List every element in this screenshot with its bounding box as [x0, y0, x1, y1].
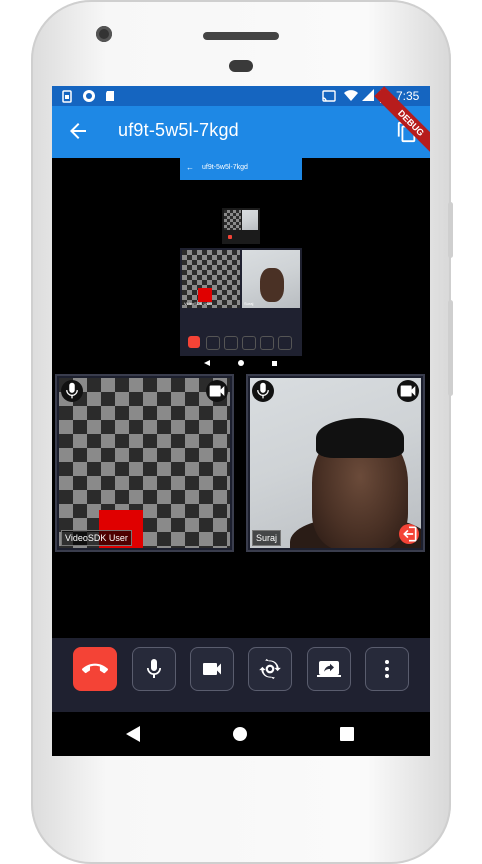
videocam-icon: [400, 385, 416, 397]
meeting-content: ← uf9t-5w5l-7kgd VideoSDK User Suraj Vid…: [52, 158, 430, 638]
meeting-controls-bar: [52, 638, 430, 712]
mini-back-nav-icon: [204, 360, 210, 366]
system-nav-bar: [52, 712, 430, 756]
more-options-button[interactable]: [365, 647, 409, 691]
participant-tile[interactable]: VideoSDK User: [55, 374, 234, 552]
phone-hangup-icon: [82, 663, 108, 674]
earpiece-speaker: [203, 32, 279, 40]
wifi-icon: [344, 90, 358, 101]
mic-icon: [66, 382, 78, 399]
mini-label-b: Suraj: [244, 301, 254, 306]
mini-tile-b: [242, 250, 300, 308]
participant-video: [250, 378, 421, 548]
volume-rocker: [448, 300, 453, 396]
leave-call-button[interactable]: [73, 647, 117, 691]
person-hair: [316, 418, 404, 458]
switch-camera-button[interactable]: [248, 647, 292, 691]
mini-app-bar: ← uf9t-5w5l-7kgd: [180, 158, 302, 180]
signal-icon: [362, 89, 374, 101]
camera-status-badge: [397, 380, 419, 402]
screen-share-icon: [317, 661, 341, 677]
mini-meeting-preview: VideoSDK User Suraj: [180, 248, 302, 356]
sd-card-icon: [106, 91, 114, 101]
camera-status-badge: [206, 380, 228, 402]
videocam-icon: [209, 385, 225, 397]
cast-icon: [322, 90, 336, 102]
mic-toggle-button[interactable]: [132, 647, 176, 691]
meeting-id-title: uf9t-5w5l-7kgd: [118, 120, 239, 140]
front-camera: [96, 26, 112, 42]
mini-label-a: VideoSDK User: [184, 301, 212, 306]
mic-icon: [147, 659, 161, 678]
phone-screen: 7:35 uf9t-5w5l-7kgd DEBUG ← uf9t-5w5l-7k…: [52, 86, 430, 756]
exit-icon: [403, 526, 417, 542]
home-nav-icon[interactable]: [232, 726, 248, 742]
mini-recents-nav-icon: [272, 361, 277, 366]
sync-icon: [83, 90, 95, 102]
power-button: [448, 202, 453, 258]
app-bar: uf9t-5w5l-7kgd DEBUG: [52, 86, 430, 160]
participant-name: Suraj: [252, 530, 282, 546]
back-arrow-icon[interactable]: [66, 118, 90, 144]
more-vert-icon: [385, 660, 389, 678]
participant-name: VideoSDK User: [61, 530, 132, 546]
switch-camera-icon: [259, 658, 281, 680]
screen-share-button[interactable]: [307, 647, 351, 691]
mic-status-badge: [252, 380, 274, 402]
mini-nested-preview: [222, 208, 260, 244]
remove-participant-button[interactable]: [399, 524, 419, 544]
videocam-icon: [203, 663, 221, 675]
mini-title: uf9t-5w5l-7kgd: [202, 164, 248, 171]
recents-nav-icon[interactable]: [340, 727, 354, 741]
mic-icon: [257, 382, 269, 399]
back-nav-icon[interactable]: [126, 726, 140, 742]
participant-video: [59, 378, 230, 548]
camera-toggle-button[interactable]: [190, 647, 234, 691]
mic-status-badge: [61, 380, 83, 402]
participant-tile[interactable]: Suraj: [246, 374, 425, 552]
mini-home-nav-icon: [238, 360, 244, 366]
sim-icon: [62, 90, 72, 103]
mini-red-square: [198, 288, 212, 302]
proximity-sensor: [229, 60, 253, 72]
